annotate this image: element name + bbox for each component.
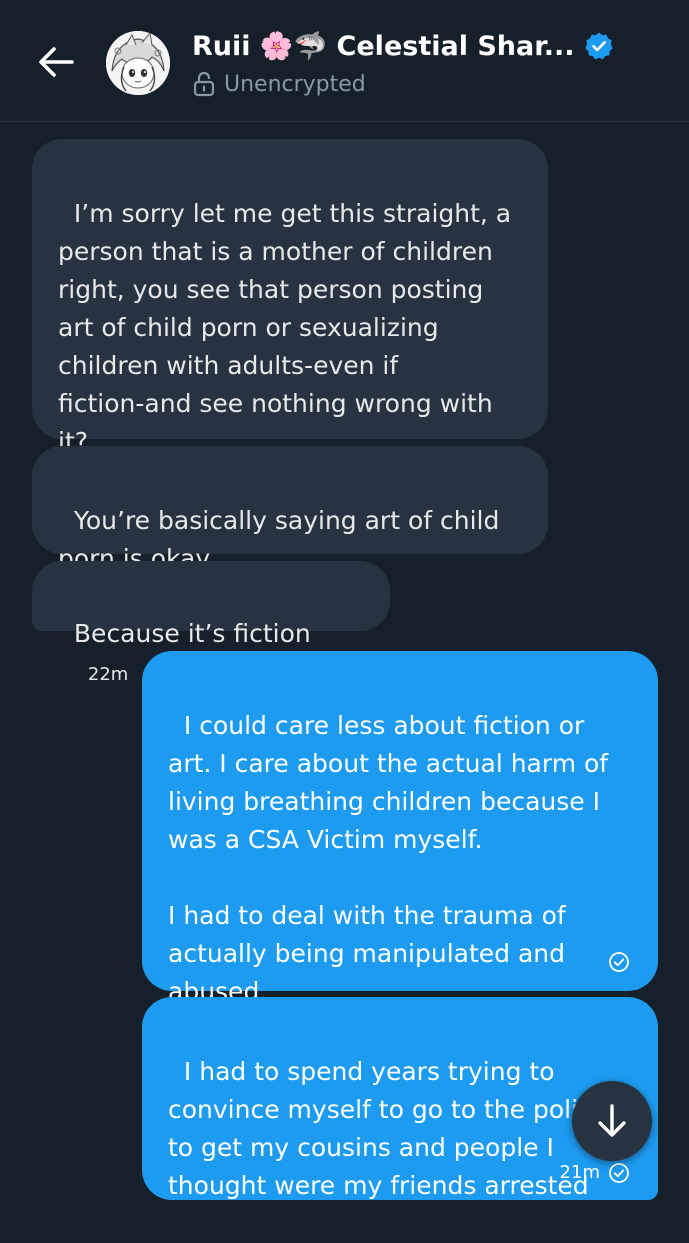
outgoing-message[interactable]: I could care less about fiction or art. … (142, 651, 658, 1006)
verified-badge-icon (585, 32, 614, 60)
arrow-down-icon (598, 1104, 626, 1137)
contact-name: Ruii 🌸🦈 Celestial Shar... (192, 31, 575, 62)
scroll-to-bottom-button[interactable] (572, 1081, 652, 1161)
incoming-message[interactable]: Because it’s fiction 22m (32, 561, 390, 685)
message-timestamp: 21m (559, 1162, 600, 1183)
check-circle-icon (609, 1163, 629, 1183)
message-text: I had to spend years trying to convince … (168, 1057, 608, 1200)
check-circle-icon (609, 952, 629, 972)
encryption-status: Unencrypted (192, 68, 366, 100)
avatar-image (106, 31, 170, 95)
back-button[interactable] (28, 34, 84, 90)
avatar[interactable] (106, 31, 170, 95)
encryption-label: Unencrypted (224, 71, 366, 97)
message-text: I’m sorry let me get this straight, a pe… (58, 199, 512, 456)
contact-title[interactable]: Ruii 🌸🦈 Celestial Shar... (192, 26, 652, 66)
back-arrow-icon (39, 47, 74, 77)
incoming-message[interactable]: I’m sorry let me get this straight, a pe… (32, 139, 548, 456)
message-timestamp: 22m (87, 664, 129, 685)
conversation-header: Ruii 🌸🦈 Celestial Shar... Unencrypted (0, 0, 689, 122)
message-text: I could care less about fiction or art. … (168, 711, 609, 1006)
message-status (608, 951, 630, 973)
incoming-message[interactable]: You’re basically saying art of child por… (32, 446, 548, 573)
message-text: Because it’s fiction (73, 619, 311, 648)
unlocked-padlock-icon (193, 71, 215, 97)
